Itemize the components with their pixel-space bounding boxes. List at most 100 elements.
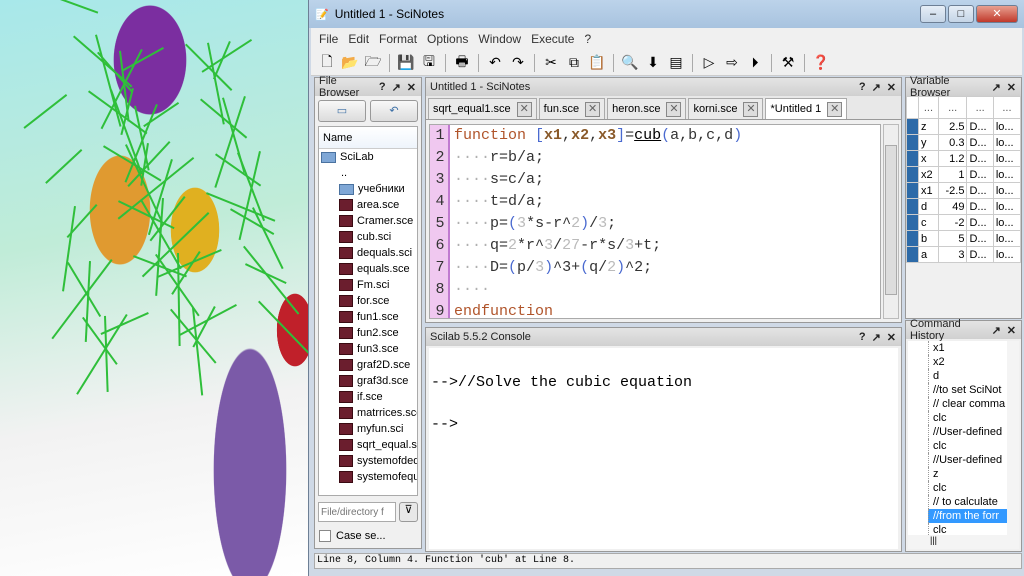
history-item[interactable]: // clear comma [928, 397, 1007, 411]
close-icon[interactable]: ✕ [1007, 324, 1016, 337]
minimize-button[interactable]: – [920, 5, 946, 23]
tree-file[interactable]: equals.sce [319, 261, 417, 277]
undock-icon[interactable]: ↗ [392, 81, 401, 94]
history-item[interactable]: clc [928, 523, 1007, 535]
close-icon[interactable]: ✕ [887, 81, 896, 94]
history-item[interactable]: x2 [928, 355, 1007, 369]
execute-all-icon[interactable]: ⏵ [745, 53, 765, 73]
editor-tab[interactable]: fun.sce ✕ [538, 98, 606, 119]
help-icon[interactable]: ? [379, 81, 386, 94]
history-item[interactable]: z [928, 467, 1007, 481]
undock-icon[interactable]: ↗ [872, 81, 881, 94]
file-filter-input[interactable] [318, 502, 396, 522]
variable-row[interactable]: b 5 D... lo... [906, 230, 1022, 247]
history-item[interactable]: //User-defined [928, 453, 1007, 467]
find-icon[interactable]: 🔍 [620, 53, 640, 73]
variable-row[interactable]: a 3 D... lo... [906, 246, 1022, 263]
copy-icon[interactable]: ⧉ [564, 53, 584, 73]
tree-folder[interactable]: учебники [319, 181, 417, 197]
save-icon[interactable]: 💾 [396, 53, 416, 73]
history-item[interactable]: //to set SciNot [928, 383, 1007, 397]
tab-close-icon[interactable]: ✕ [666, 101, 682, 117]
print-icon[interactable]: 🖶 [452, 53, 472, 73]
tree-file[interactable]: if.sce [319, 389, 417, 405]
undock-icon[interactable]: ↗ [872, 331, 881, 344]
redo-icon[interactable]: ↷ [508, 53, 528, 73]
tree-file[interactable]: fun2.sce [319, 325, 417, 341]
save-as-icon[interactable]: 🖫 [419, 53, 439, 73]
history-item[interactable]: //from the forr [928, 509, 1007, 523]
close-icon[interactable]: ✕ [407, 81, 416, 94]
maximize-button[interactable]: □ [948, 5, 974, 23]
tab-close-icon[interactable]: ✕ [585, 101, 601, 117]
tree-root[interactable]: SciLab [319, 149, 417, 165]
tree-file[interactable]: for.sce [319, 293, 417, 309]
variables-icon[interactable]: ▤ [666, 53, 686, 73]
help-icon[interactable]: ❓ [811, 53, 831, 73]
tree-file[interactable]: cub.sci [319, 229, 417, 245]
column-header[interactable]: ... [937, 96, 968, 119]
menu-help[interactable]: ? [584, 32, 591, 46]
history-item[interactable]: clc [928, 411, 1007, 425]
execute-echo-icon[interactable]: ⇨ [722, 53, 742, 73]
tree-file[interactable]: sqrt_equal.sce [319, 437, 417, 453]
variable-row[interactable]: y 0.3 D... lo... [906, 134, 1022, 151]
paste-icon[interactable]: 📋 [587, 53, 607, 73]
horizontal-scrollbar[interactable]: ||| [908, 535, 1019, 549]
tab-close-icon[interactable]: ✕ [743, 101, 759, 117]
editor-tab[interactable]: *Untitled 1 ✕ [765, 98, 848, 119]
undo-icon[interactable]: ↶ [485, 53, 505, 73]
help-icon[interactable]: ? [859, 331, 866, 344]
history-item[interactable]: // to calculate [928, 495, 1007, 509]
history-item[interactable]: d [928, 369, 1007, 383]
tree-file[interactable]: graf2D.sce [319, 357, 417, 373]
column-header[interactable]: ... [966, 96, 994, 119]
case-sensitive-checkbox[interactable] [319, 530, 331, 542]
editor-tab[interactable]: korni.sce ✕ [688, 98, 764, 119]
variable-row[interactable]: x 1.2 D... lo... [906, 150, 1022, 167]
tree-file[interactable]: Cramer.sce [319, 213, 417, 229]
parent-folder-button[interactable]: ↶ [370, 100, 418, 122]
variable-row[interactable]: c -2 D... lo... [906, 214, 1022, 231]
history-list[interactable]: x1 x2 d//to set SciNot// clear comma clc//U… [908, 341, 1007, 535]
tab-close-icon[interactable]: ✕ [516, 101, 532, 117]
menu-options[interactable]: Options [427, 32, 468, 46]
execute-icon[interactable]: ▷ [699, 53, 719, 73]
tree-file[interactable]: myfun.sci [319, 421, 417, 437]
editor-tab[interactable]: sqrt_equal1.sce ✕ [428, 98, 537, 119]
tree-parent[interactable]: .. [319, 165, 417, 181]
new-icon[interactable]: 🗋 [317, 53, 337, 73]
name-column-header[interactable]: Name [319, 127, 417, 149]
preferences-icon[interactable]: ⚒ [778, 53, 798, 73]
vertical-scrollbar[interactable] [1007, 341, 1019, 535]
filter-button[interactable]: ⊽ [399, 502, 418, 522]
tree-file[interactable]: matrrices.sce [319, 405, 417, 421]
console-output[interactable]: -->//Solve the cubic equation --> [429, 348, 898, 549]
menu-window[interactable]: Window [478, 32, 521, 46]
tree-file[interactable]: fun1.sce [319, 309, 417, 325]
close-icon[interactable]: ✕ [887, 331, 896, 344]
tree-file[interactable]: dequals.sci [319, 245, 417, 261]
tree-file[interactable]: area.sce [319, 197, 417, 213]
column-header[interactable]: ... [992, 96, 1022, 119]
open-file-icon[interactable]: 🗁 [363, 53, 383, 73]
code-editor[interactable]: 1 function [x1,x2,x3]=cub(a,b,c,d) 2 ····r=… [429, 124, 881, 319]
variable-row[interactable]: x2 1 D... lo... [906, 166, 1022, 183]
history-item[interactable]: clc [928, 481, 1007, 495]
history-item[interactable]: //User-defined [928, 425, 1007, 439]
menu-format[interactable]: Format [379, 32, 417, 46]
history-item[interactable]: clc [928, 439, 1007, 453]
tree-file[interactable]: fun3.sce [319, 341, 417, 357]
close-button[interactable]: ✕ [976, 5, 1018, 23]
menu-edit[interactable]: Edit [348, 32, 369, 46]
tree-file[interactable]: graf3d.sce [319, 373, 417, 389]
tree-file[interactable]: systemofdeq [319, 453, 417, 469]
variable-row[interactable]: d 49 D... lo... [906, 198, 1022, 215]
column-header[interactable]: ... [918, 96, 939, 119]
browse-folder-button[interactable]: ▭ [318, 100, 366, 122]
close-icon[interactable]: ✕ [1007, 81, 1016, 94]
menu-execute[interactable]: Execute [531, 32, 574, 46]
menu-file[interactable]: File [319, 32, 338, 46]
vertical-scrollbar[interactable] [883, 124, 899, 319]
file-tree[interactable]: Name SciLab.. учебники area.sce Cramer.sce c… [318, 126, 418, 496]
